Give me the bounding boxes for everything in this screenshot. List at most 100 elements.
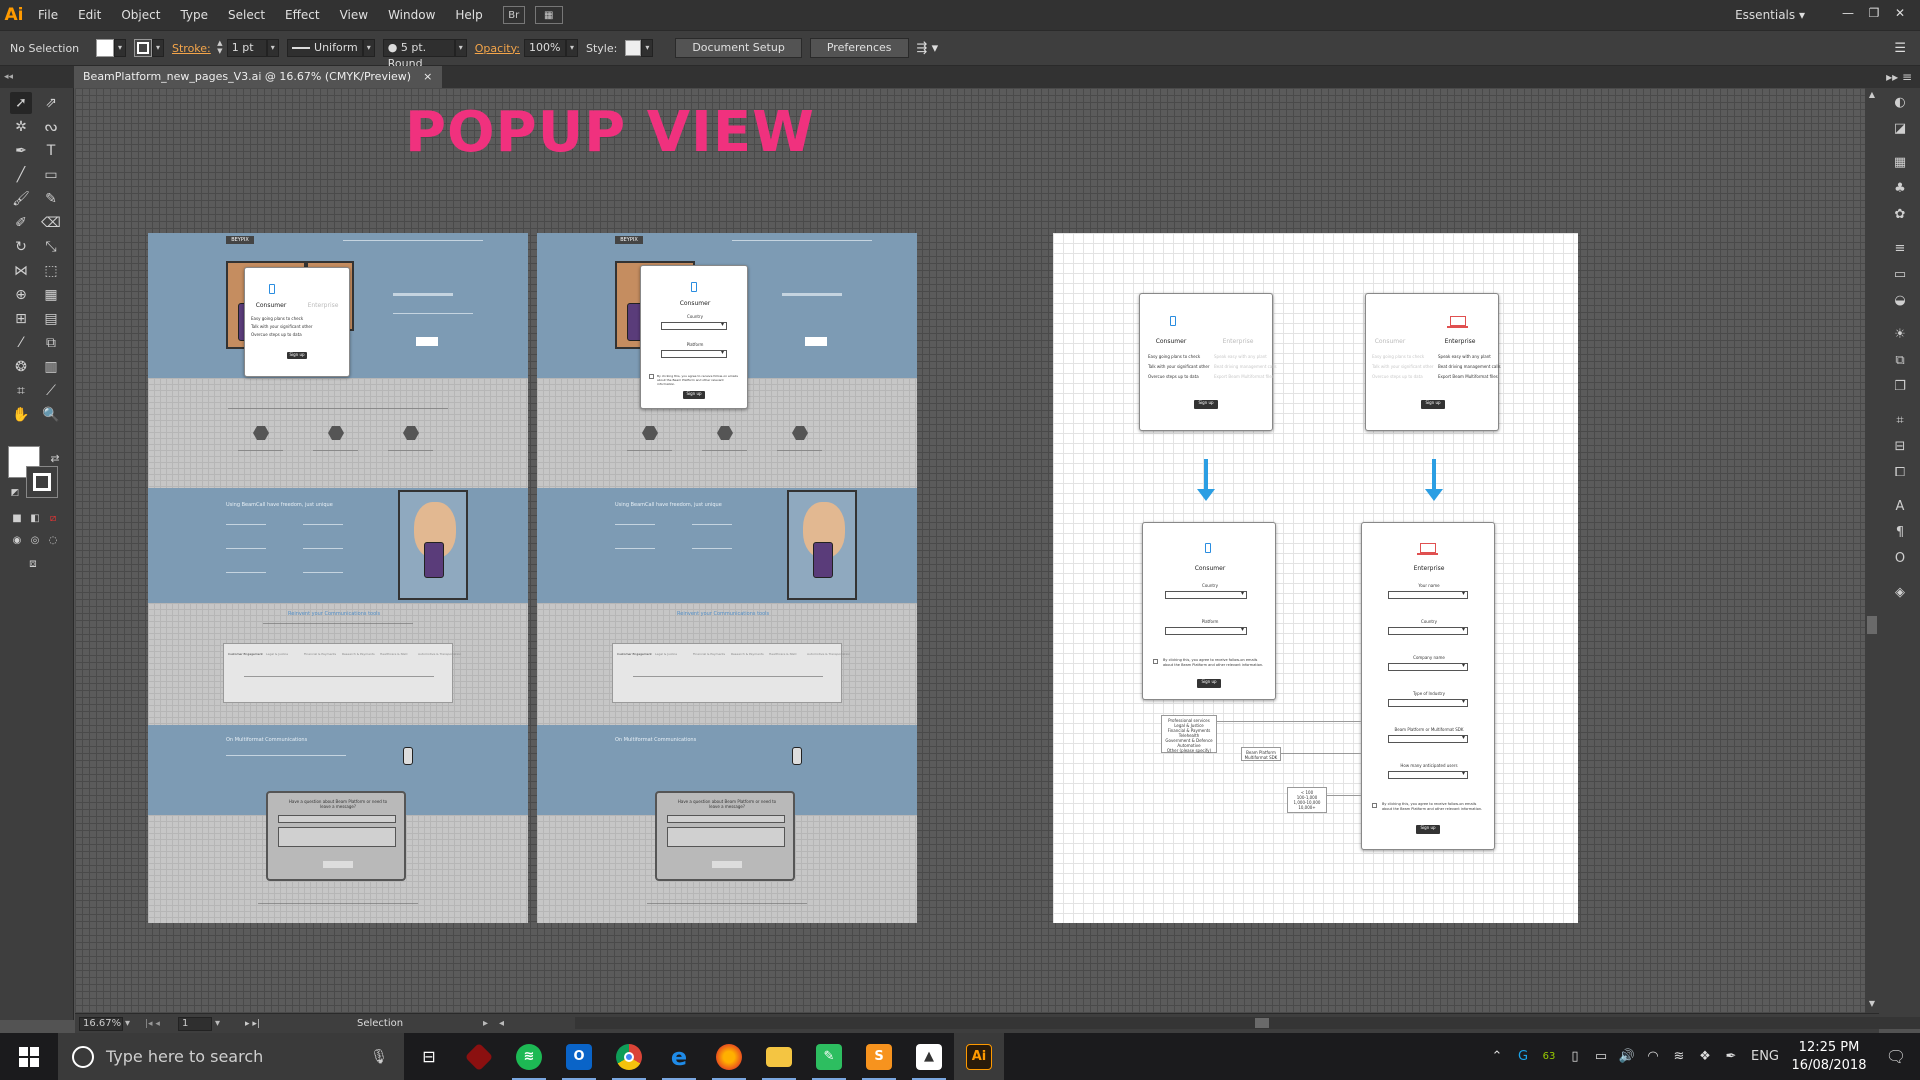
stroke-stepper[interactable]: ▲ ▼: [215, 39, 225, 57]
menu-view[interactable]: View: [330, 0, 378, 30]
popup-view-heading[interactable]: POPUP VIEW: [405, 100, 815, 165]
stroke-panel-icon[interactable]: ≡: [1889, 238, 1911, 260]
stroke-weight-dropdown[interactable]: ▾: [266, 39, 279, 57]
task-view-button[interactable]: ⊟: [404, 1033, 454, 1080]
start-button[interactable]: [0, 1033, 58, 1080]
artboard-1[interactable]: BEYPIX Using BeamCall have freedom, just…: [148, 233, 528, 923]
color-panel-icon[interactable]: ◐: [1889, 92, 1911, 114]
wifi-icon[interactable]: ≋: [1666, 1049, 1692, 1064]
magic-wand-tool-icon[interactable]: ✲: [10, 116, 32, 138]
opacity-field[interactable]: 100%: [523, 39, 566, 57]
menu-edit[interactable]: Edit: [68, 0, 111, 30]
profile-dropdown[interactable]: ▾: [362, 39, 375, 57]
opentype-panel-icon[interactable]: O: [1889, 548, 1911, 570]
menu-effect[interactable]: Effect: [275, 0, 330, 30]
menu-select[interactable]: Select: [218, 0, 275, 30]
rectangle-tool-icon[interactable]: ▭: [40, 164, 62, 186]
taskbar-firefox[interactable]: [704, 1033, 754, 1080]
taskbar-outlook[interactable]: O: [554, 1033, 604, 1080]
horizontal-scrollbar[interactable]: [575, 1017, 1920, 1029]
menu-object[interactable]: Object: [111, 0, 170, 30]
taskbar-app-red[interactable]: [454, 1033, 504, 1080]
screen-mode-icon[interactable]: ⧈: [22, 552, 44, 574]
brushes-panel-icon[interactable]: ♣: [1889, 178, 1911, 200]
network-icon[interactable]: ◠: [1640, 1049, 1666, 1064]
scroll-up-icon[interactable]: ▲: [1865, 90, 1879, 102]
horizontal-scroll-thumb[interactable]: [1255, 1018, 1269, 1028]
rotate-tool-icon[interactable]: ↻: [10, 236, 32, 258]
shape-builder-tool-icon[interactable]: ⊕: [10, 284, 32, 306]
close-tab-icon[interactable]: ×: [423, 66, 432, 88]
logitech-icon[interactable]: G: [1510, 1049, 1536, 1064]
panel-menu-icon[interactable]: ☰: [1894, 41, 1906, 56]
taskbar-illustrator[interactable]: Ai: [954, 1033, 1004, 1080]
brush-definition[interactable]: ● 5 pt. Round: [382, 39, 455, 70]
taskbar-sublime[interactable]: S: [854, 1033, 904, 1080]
microphone-icon[interactable]: 🎙: [370, 1049, 388, 1065]
appearance-panel-icon[interactable]: ☀: [1889, 324, 1911, 346]
artboard-dropdown-icon[interactable]: ▾: [215, 1017, 220, 1031]
scroll-down-icon[interactable]: ▼: [1865, 999, 1879, 1011]
restore-button[interactable]: ❐: [1864, 5, 1884, 21]
paragraph-panel-icon[interactable]: ¶: [1889, 522, 1911, 544]
stroke-weight-field[interactable]: 1 pt: [226, 39, 267, 57]
taskbar-file-explorer[interactable]: [754, 1033, 804, 1080]
character-panel-icon[interactable]: A: [1889, 496, 1911, 518]
fill-dropdown[interactable]: ▾: [114, 39, 126, 57]
taskbar-spotify[interactable]: ≋: [504, 1033, 554, 1080]
pen-icon[interactable]: ✒: [1718, 1049, 1744, 1064]
paintbrush-tool-icon[interactable]: 🖌: [10, 188, 32, 210]
transparency-panel-icon[interactable]: ◒: [1889, 290, 1911, 312]
free-transform-tool-icon[interactable]: ⬚: [40, 260, 62, 282]
symbol-sprayer-tool-icon[interactable]: ❂: [10, 356, 32, 378]
arrange-documents-icon[interactable]: ▦: [534, 6, 563, 24]
scroll-left-icon[interactable]: ◂: [499, 1017, 504, 1031]
dropbox-icon[interactable]: ❖: [1692, 1049, 1718, 1064]
arrange-icon[interactable]: ⇶ ▾: [917, 41, 939, 56]
blob-brush-tool-icon[interactable]: ✐: [10, 212, 32, 234]
battery-icon[interactable]: ▭: [1588, 1049, 1614, 1064]
status-menu-icon[interactable]: ▸: [483, 1017, 488, 1031]
document-setup-button[interactable]: Document Setup: [675, 38, 802, 58]
stroke-label[interactable]: Stroke:: [172, 42, 211, 55]
artboard-2[interactable]: BEYPIX Using BeamCall have freedom, just…: [537, 233, 917, 923]
pencil-tool-icon[interactable]: ✎: [40, 188, 62, 210]
preferences-button[interactable]: Preferences: [809, 38, 909, 58]
color-guide-icon[interactable]: ◪: [1889, 118, 1911, 140]
selection-tool-icon[interactable]: ➚: [10, 92, 32, 114]
hand-tool-icon[interactable]: ✋: [10, 404, 32, 426]
eraser-tool-icon[interactable]: ⌫: [40, 212, 62, 234]
opacity-label[interactable]: Opacity:: [475, 42, 520, 55]
vertical-scroll-thumb[interactable]: [1867, 616, 1877, 634]
default-fill-stroke-icon[interactable]: ◩: [4, 482, 26, 504]
volume-icon[interactable]: 🔊: [1614, 1049, 1640, 1064]
scale-tool-icon[interactable]: ⤡: [40, 236, 62, 258]
tray-badge[interactable]: 63: [1536, 1051, 1562, 1062]
tray-app-icon[interactable]: ▯: [1562, 1049, 1588, 1064]
artboard-first-prev-icons[interactable]: |◂ ◂: [145, 1017, 160, 1031]
blend-tool-icon[interactable]: ⧉: [40, 332, 62, 354]
artboard-3-flow[interactable]: Consumer Enterprise Easy going plans to …: [1053, 233, 1578, 923]
toolbar-collapse-handle[interactable]: ◂◂: [0, 66, 74, 88]
gradient-tool-icon[interactable]: ▤: [40, 308, 62, 330]
stroke-dropdown[interactable]: ▾: [152, 39, 164, 57]
brush-dropdown[interactable]: ▾: [454, 39, 467, 57]
canvas[interactable]: POPUP VIEW BEYPIX Using BeamCall have fr: [75, 88, 1865, 1013]
language-indicator[interactable]: ENG: [1744, 1049, 1786, 1064]
zoom-field[interactable]: 16.67%: [79, 1017, 123, 1031]
current-tool-status[interactable]: Selection: [357, 1017, 403, 1031]
align-panel-icon[interactable]: ⊟: [1889, 436, 1911, 458]
graphic-styles-icon[interactable]: ⧉: [1889, 350, 1911, 372]
workspace-switcher[interactable]: Essentials ▾: [1735, 0, 1805, 30]
swatches-panel-icon[interactable]: ▦: [1889, 152, 1911, 174]
zoom-tool-icon[interactable]: 🔍: [40, 404, 62, 426]
width-tool-icon[interactable]: ⋈: [10, 260, 32, 282]
artboard-tool-icon[interactable]: ⌗: [10, 380, 32, 402]
menu-type[interactable]: Type: [170, 0, 218, 30]
close-window-button[interactable]: ✕: [1890, 5, 1910, 21]
bridge-icon[interactable]: Br: [502, 6, 525, 24]
symbols-panel-icon[interactable]: ✿: [1889, 204, 1911, 226]
artboard-next-last-icons[interactable]: ▸ ▸|: [245, 1017, 260, 1031]
perspective-grid-tool-icon[interactable]: ▦: [40, 284, 62, 306]
type-tool-icon[interactable]: T: [40, 140, 62, 162]
